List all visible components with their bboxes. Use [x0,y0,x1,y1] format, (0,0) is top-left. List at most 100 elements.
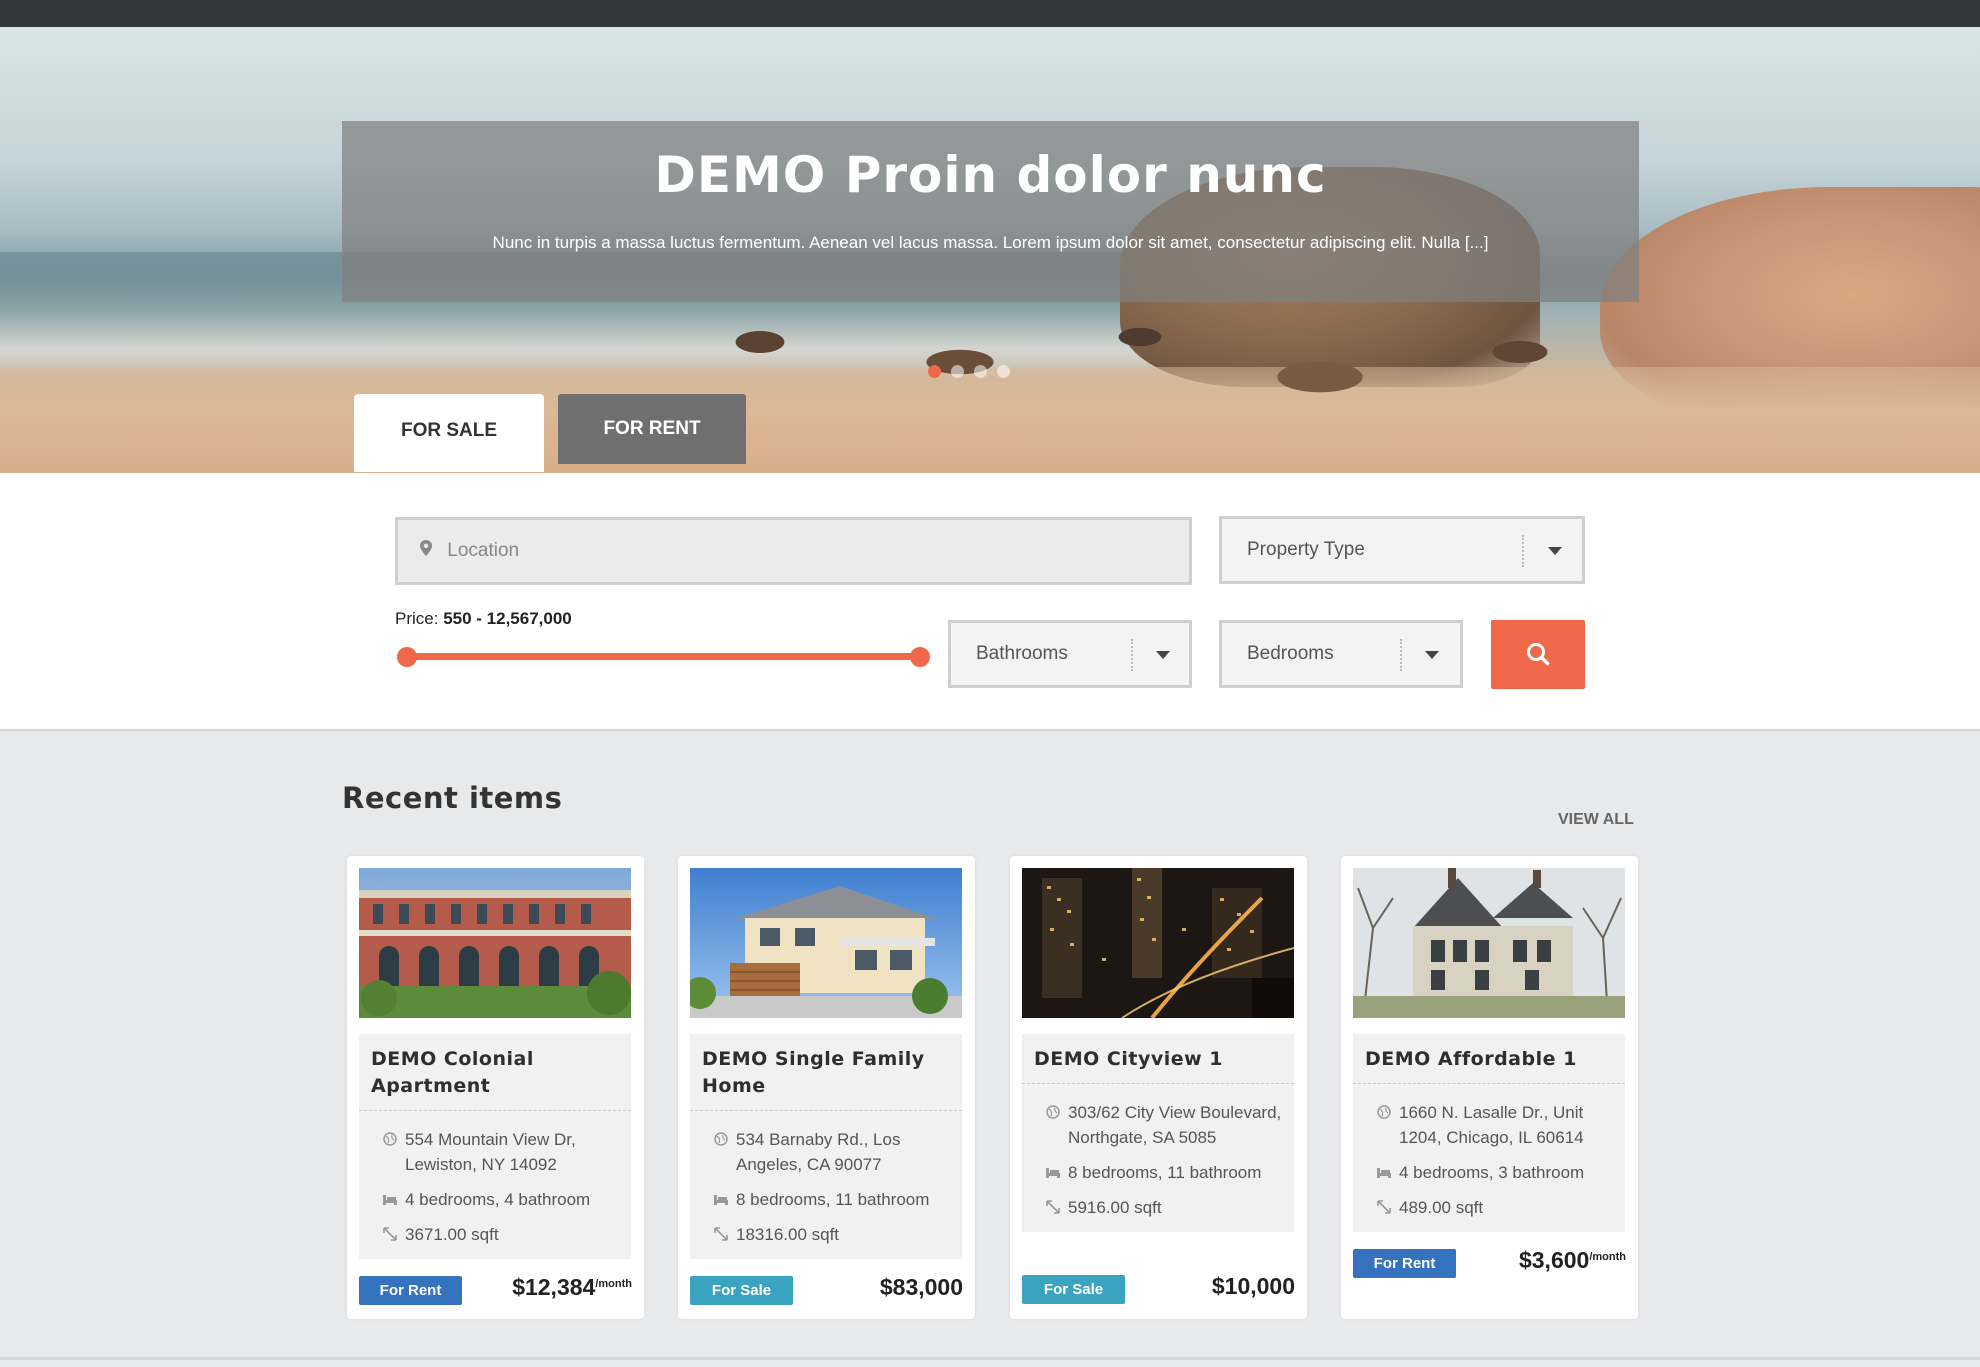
listing-rooms-row: 4 bedrooms, 3 bathroom [1377,1160,1615,1185]
listing-card[interactable]: DEMO Colonial Apartment 554 Mountain Vie… [347,856,644,1319]
listing-rooms: 8 bedrooms, 11 bathroom [1068,1163,1262,1182]
location-input[interactable]: Location [395,517,1192,585]
listing-address-row: 534 Barnaby Rd., Los Angeles, CA 90077 [714,1127,952,1177]
recent-items-title: Recent items [342,781,563,815]
listing-area-row: 3671.00 sqft [383,1222,621,1247]
listing-price-suffix: /month [1589,1251,1626,1263]
price-label: Price: 550 - 12,567,000 [395,609,572,629]
search-button[interactable] [1491,620,1585,689]
listing-address-row: 303/62 City View Boulevard, Northgate, S… [1046,1100,1284,1150]
listing-price-value: $83,000 [879,1274,963,1300]
listing-address: 1660 N. Lasalle Dr., Unit 1204, Chicago,… [1399,1103,1584,1147]
bed-icon [1377,1168,1391,1178]
bedrooms-select[interactable]: Bedrooms [1219,620,1463,688]
listing-area: 18316.00 sqft [736,1225,840,1244]
search-panel: Location Property Type Price: 550 - 12,5… [0,473,1980,731]
listing-card[interactable]: DEMO Cityview 1 303/62 City View Bouleva… [1010,856,1307,1319]
hero-caption: DEMO Proin dolor nunc Nunc in turpis a m… [342,121,1639,302]
listing-address-row: 1660 N. Lasalle Dr., Unit 1204, Chicago,… [1377,1100,1615,1150]
slider-dots [928,365,1010,378]
status-badge: For Rent [359,1276,462,1305]
listing-rooms: 8 bedrooms, 11 bathroom [736,1190,930,1209]
listing-image[interactable] [1353,868,1625,1018]
globe-icon [1377,1105,1391,1119]
listing-photo-colonial [359,868,631,1018]
bed-icon [383,1195,397,1205]
bathrooms-select[interactable]: Bathrooms [948,620,1192,688]
price-range-value: 550 - 12,567,000 [443,609,572,628]
listing-rooms-row: 4 bedrooms, 4 bathroom [383,1187,621,1212]
listing-photo-cityview [1022,868,1294,1018]
slider-dot-1[interactable] [928,365,941,378]
price-slider-track[interactable] [405,653,920,660]
listing-rooms-row: 8 bedrooms, 11 bathroom [714,1187,952,1212]
chevron-down-icon [1156,651,1170,659]
price-slider-max-handle[interactable] [910,647,930,667]
listing-price: $10,000 [1212,1273,1295,1300]
listing-area: 3671.00 sqft [405,1225,499,1244]
listing-area-row: 5916.00 sqft [1046,1195,1284,1220]
status-badge: For Rent [1353,1249,1456,1278]
slider-dot-4[interactable] [997,365,1010,378]
tab-for-sale[interactable]: FOR SALE [354,394,544,472]
view-all-link[interactable]: VIEW ALL [1558,811,1634,829]
listing-area: 489.00 sqft [1399,1198,1484,1217]
listing-area: 5916.00 sqft [1068,1198,1162,1217]
listing-card[interactable]: DEMO Affordable 1 1660 N. Lasalle Dr., U… [1341,856,1638,1319]
footer-divider [0,1357,1980,1367]
listing-price: $83,000 [880,1274,963,1301]
listing-price-value: $12,384 [512,1274,596,1300]
listing-rooms-row: 8 bedrooms, 11 bathroom [1046,1160,1284,1185]
listing-image[interactable] [1022,868,1294,1018]
listing-info: DEMO Cityview 1 303/62 City View Bouleva… [1022,1034,1294,1232]
bed-icon [1046,1168,1060,1178]
listing-price-suffix: /month [595,1278,632,1290]
listing-title[interactable]: DEMO Single Family Home [690,1034,962,1111]
listing-price-value: $10,000 [1211,1273,1295,1299]
listing-title[interactable]: DEMO Colonial Apartment [359,1034,631,1111]
listing-photo-family-home [690,868,962,1018]
listing-image[interactable] [359,868,631,1018]
slider-dot-3[interactable] [974,365,987,378]
status-badge: For Sale [690,1276,793,1305]
listing-meta: 534 Barnaby Rd., Los Angeles, CA 90077 8… [690,1111,962,1259]
bedrooms-value: Bedrooms [1247,643,1334,664]
listing-card[interactable]: DEMO Single Family Home 534 Barnaby Rd.,… [678,856,975,1319]
listing-area-row: 489.00 sqft [1377,1195,1615,1220]
resize-icon [383,1227,397,1241]
map-pin-icon [420,539,432,556]
resize-icon [1046,1200,1060,1214]
slider-dot-2[interactable] [951,365,964,378]
top-bar [0,0,1980,27]
listing-meta: 1660 N. Lasalle Dr., Unit 1204, Chicago,… [1353,1084,1625,1232]
tab-for-rent[interactable]: FOR RENT [558,394,746,464]
globe-icon [714,1132,728,1146]
listing-info: DEMO Single Family Home 534 Barnaby Rd.,… [690,1034,962,1259]
listing-meta: 303/62 City View Boulevard, Northgate, S… [1022,1084,1294,1232]
hero-title: DEMO Proin dolor nunc [654,146,1327,204]
bed-icon [714,1195,728,1205]
listing-photo-affordable [1353,868,1625,1018]
select-separator [1131,639,1133,671]
chevron-down-icon [1548,547,1562,555]
listing-image[interactable] [690,868,962,1018]
listing-price: $3,600/month [1519,1247,1626,1274]
price-slider-min-handle[interactable] [397,647,417,667]
search-icon [1527,643,1550,666]
listing-meta: 554 Mountain View Dr, Lewiston, NY 14092… [359,1111,631,1259]
select-separator [1400,639,1402,671]
location-placeholder: Location [447,540,520,561]
listing-rooms: 4 bedrooms, 3 bathroom [1399,1163,1585,1182]
bathrooms-value: Bathrooms [976,643,1068,664]
listing-title[interactable]: DEMO Cityview 1 [1022,1034,1294,1084]
listing-address: 554 Mountain View Dr, Lewiston, NY 14092 [405,1130,576,1174]
status-badge: For Sale [1022,1275,1125,1304]
listing-rooms: 4 bedrooms, 4 bathroom [405,1190,591,1209]
property-type-select[interactable]: Property Type [1219,516,1585,584]
hero-slider: DEMO Proin dolor nunc Nunc in turpis a m… [0,27,1980,473]
listing-area-row: 18316.00 sqft [714,1222,952,1247]
globe-icon [383,1132,397,1146]
chevron-down-icon [1425,651,1439,659]
listing-title[interactable]: DEMO Affordable 1 [1353,1034,1625,1084]
price-label-text: Price: [395,609,439,628]
